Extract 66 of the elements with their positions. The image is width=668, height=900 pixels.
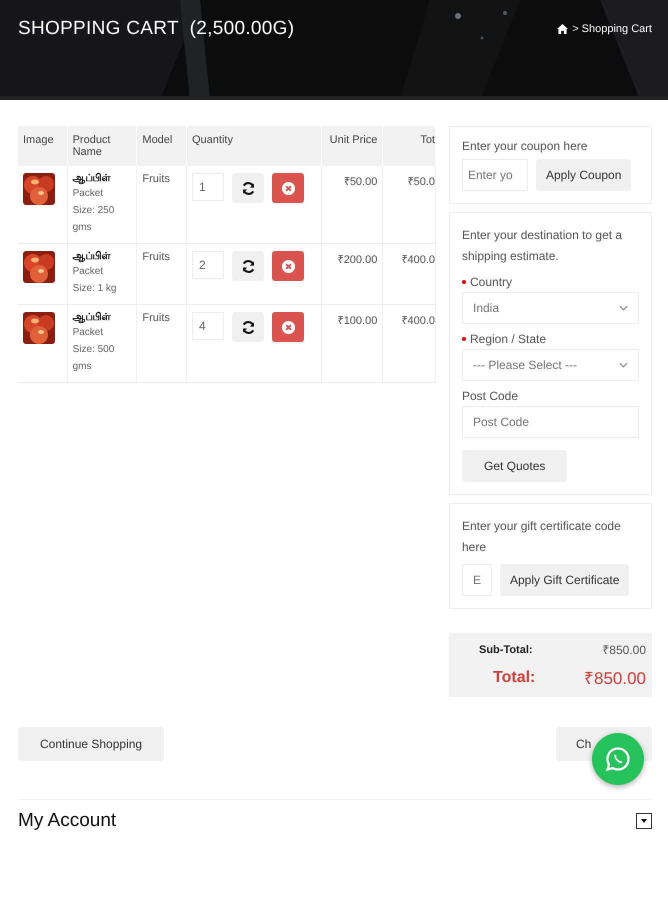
close-icon — [280, 180, 296, 196]
product-name[interactable]: ஆப்பிள் — [72, 173, 132, 185]
gift-code-field[interactable]: E — [462, 564, 492, 596]
expand-toggle[interactable] — [636, 813, 652, 829]
remove-button[interactable] — [272, 173, 304, 203]
model-text: Fruits — [142, 251, 170, 263]
unit-price: ₹100.00 — [338, 315, 378, 327]
total-value: ₹850.00 — [584, 668, 646, 689]
get-quotes-button[interactable]: Get Quotes — [462, 450, 568, 482]
post-code-field[interactable]: Post Code — [462, 406, 639, 438]
breadcrumb[interactable]: > Shopping Cart — [572, 23, 652, 35]
refresh-icon — [240, 320, 256, 334]
refresh-icon — [240, 258, 256, 274]
column-header: Unit Price — [321, 126, 383, 166]
total-value: ₹850.00 — [602, 642, 646, 658]
coupon-label: Enter your coupon here — [462, 139, 588, 153]
refresh-button[interactable] — [232, 312, 264, 342]
product-size: Size: 1 kg — [72, 282, 118, 296]
chevron-icon — [619, 362, 628, 368]
column-header: Model — [136, 126, 186, 166]
product-option: Packet — [72, 263, 132, 280]
refresh-button[interactable] — [232, 251, 264, 281]
apply-gift-button[interactable]: Apply Gift Certificate — [500, 564, 630, 596]
remove-button[interactable] — [272, 251, 304, 281]
product-option: Packet — [72, 185, 132, 202]
product-name[interactable]: ஆப்பிள் — [72, 251, 132, 263]
column-header: Tot — [382, 126, 436, 166]
product-size: Size: 250 gms — [72, 204, 116, 235]
shipping-intro: Enter your destination to get a shipping estimate. — [462, 227, 624, 265]
quantity-field[interactable]: 2 — [192, 251, 224, 279]
line-total: ₹400.0 — [401, 254, 435, 266]
field-label: Region / State — [470, 332, 546, 346]
chevron-icon — [619, 305, 628, 311]
coupon-field[interactable]: Enter yo — [462, 159, 528, 191]
product-name[interactable]: ஆப்பிள் — [72, 312, 132, 324]
close-icon — [280, 320, 296, 334]
total-label: Total: — [492, 668, 536, 686]
unit-price: ₹200.00 — [338, 254, 378, 266]
remove-button[interactable] — [272, 312, 304, 342]
column-header: Image — [18, 126, 68, 166]
unit-price: ₹50.00 — [344, 176, 378, 188]
page-title: SHOPPING CART (2,500.00G) — [18, 18, 294, 40]
quantity-field[interactable]: 4 — [192, 312, 224, 340]
model-text: Fruits — [142, 173, 170, 185]
quantity-field[interactable]: 1 — [192, 173, 224, 201]
gift-label: Enter your gift certificate code here — [462, 518, 622, 556]
chat-icon — [604, 745, 632, 773]
refresh-button[interactable] — [232, 173, 264, 203]
apply-coupon-button[interactable]: Apply Coupon — [536, 159, 632, 191]
total-label: Sub-Total: — [479, 644, 533, 656]
field-label: Country — [470, 275, 512, 289]
line-total: ₹400.0 — [401, 315, 435, 327]
select-field[interactable]: --- Please Select --- — [462, 349, 639, 381]
section-title: My Account — [18, 810, 116, 832]
close-icon — [280, 258, 296, 274]
select-field[interactable]: India — [462, 292, 639, 324]
product-option: Packet — [72, 324, 132, 341]
product-size: Size: 500 gms — [72, 343, 116, 374]
model-text: Fruits — [142, 312, 170, 324]
continue-shopping-button[interactable]: Continue Shopping — [18, 727, 164, 761]
field-label: Post Code — [462, 389, 518, 403]
refresh-icon — [240, 180, 256, 196]
column-header: Quantity — [186, 126, 322, 166]
column-header: Product Name — [67, 126, 137, 166]
home-icon[interactable] — [557, 24, 568, 34]
line-total: ₹50.0 — [408, 176, 435, 188]
